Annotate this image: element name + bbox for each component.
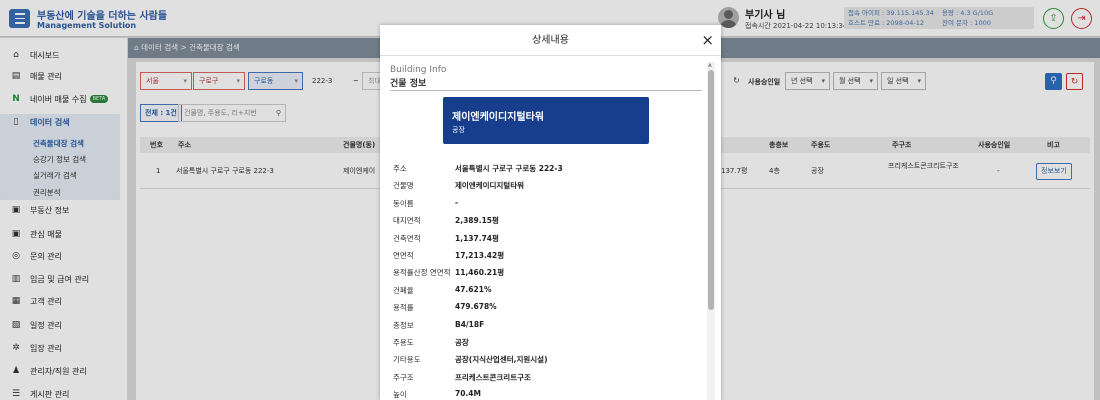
detail-label: 연면적 xyxy=(393,251,414,260)
detail-value: 공장 xyxy=(455,338,469,347)
detail-label: 건폐율 xyxy=(393,285,414,295)
detail-label: 건물명 xyxy=(393,181,414,191)
detail-label: 주구조 xyxy=(393,372,414,382)
building-use: 공장 xyxy=(452,126,465,134)
detail-label: 기타용도 xyxy=(393,355,421,365)
detail-value: 공장(지식산업센터,지원시설) xyxy=(455,355,548,365)
detail-label: 주용도 xyxy=(393,338,414,347)
detail-value: - xyxy=(455,197,459,207)
detail-value: 11,460.21평 xyxy=(455,268,505,278)
section-title-en: Building Info xyxy=(390,65,447,75)
detail-label: 용적률산정 연면적 xyxy=(393,268,451,278)
scrollbar-thumb[interactable] xyxy=(708,70,714,310)
section-title-ko: 건물 정보 xyxy=(390,79,427,89)
app-window: 부동산에 기술을 더하는 사람들 Management Solution 부기사… xyxy=(0,0,1100,400)
detail-label: 층정보 xyxy=(393,320,414,330)
modal-title: 상세내용 xyxy=(380,25,721,56)
detail-value: 17,213.42평 xyxy=(455,251,505,260)
detail-value: 1,137.74평 xyxy=(455,233,499,243)
building-name: 제이엔케이디지털타워 xyxy=(452,112,544,123)
detail-value: 2,389.15평 xyxy=(455,216,499,226)
close-icon[interactable]: × xyxy=(701,30,714,50)
building-summary-card: 제이엔케이디지털타워 공장 xyxy=(443,97,649,144)
detail-label: 동이름 xyxy=(393,198,414,208)
scroll-up-icon[interactable]: ▲ xyxy=(708,62,712,68)
section-divider xyxy=(390,90,702,91)
detail-value: 프리케스트콘크리트구조 xyxy=(455,372,531,382)
detail-value: 제이엔케이디지털타워 xyxy=(455,181,524,191)
detail-label: 용적률 xyxy=(393,303,414,313)
modal-scrollbar[interactable]: ▲ xyxy=(707,62,715,400)
detail-value: 47.621% xyxy=(455,284,492,294)
detail-value: 서울특별시 구로구 구로동 222-3 xyxy=(455,164,563,173)
detail-value: B4/18F xyxy=(455,319,485,329)
detail-label: 건축면적 xyxy=(393,233,421,243)
detail-label: 대지면적 xyxy=(393,216,421,226)
detail-label: 높이 xyxy=(393,390,407,400)
detail-value: 479.678% xyxy=(455,302,497,312)
detail-label: 주소 xyxy=(393,164,407,173)
detail-modal: 상세내용 × Building Info 건물 정보 제이엔케이디지털타워 공장… xyxy=(380,25,721,400)
detail-value: 70.4M xyxy=(455,389,481,399)
